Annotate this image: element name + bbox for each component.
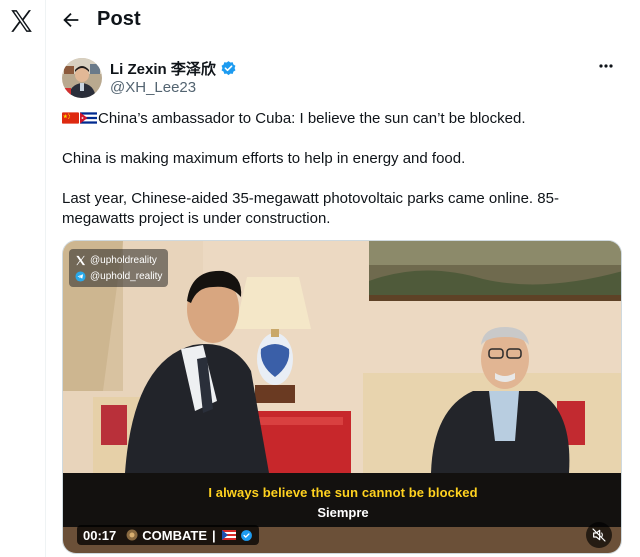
watermark-x-row: @upholdreality [75, 252, 162, 268]
channel-verified-icon [240, 529, 252, 541]
channel-logo-icon [126, 529, 138, 541]
author-name[interactable]: Li Zexin 李泽欣 [110, 58, 216, 79]
subtitle-spanish: Siempre [317, 505, 369, 520]
video-watermark: @upholdreality @uphold_reality [69, 249, 169, 287]
watermark-telegram-handle: @uphold_reality [90, 270, 163, 282]
watermark-telegram-row: @uphold_reality [75, 268, 162, 284]
channel-separator: | [212, 527, 216, 543]
tweet-line-3: Last year, Chinese-aided 35-megawatt pho… [62, 190, 559, 227]
more-icon[interactable] [596, 56, 616, 76]
video-player[interactable]: @upholdreality @uphold_reality I always … [62, 240, 622, 554]
china-flag-icon [62, 112, 79, 124]
channel-name: COMBATE [142, 527, 208, 543]
page-title: Post [97, 8, 141, 30]
video-timestamp: 00:17 [83, 527, 117, 543]
mute-button[interactable] [586, 522, 612, 548]
author-name-row[interactable]: Li Zexin 李泽欣 [110, 58, 237, 78]
tweet-line-1-text: China’s ambassador to Cuba: I believe th… [98, 110, 526, 127]
cuba-flag-icon [80, 112, 97, 124]
mute-icon [592, 528, 606, 542]
x-logo-small-icon [76, 255, 86, 265]
author-handle[interactable]: @XH_Lee23 [110, 79, 196, 96]
telegram-icon [75, 270, 86, 282]
video-timestamp-badge: 00:17 COMBATE | [77, 525, 259, 545]
puerto-rico-flag-icon [221, 530, 236, 540]
tweet-line-2: China is making maximum efforts to help … [62, 150, 466, 167]
watermark-x-handle: @upholdreality [90, 254, 157, 266]
tweet-line-1: China’s ambassador to Cuba: I believe th… [62, 109, 622, 129]
nav-rail [0, 0, 46, 557]
post-header: Post [46, 0, 640, 40]
verified-badge-icon [221, 60, 236, 75]
x-logo-icon[interactable] [8, 8, 34, 34]
channel-label: COMBATE | [126, 528, 252, 543]
subtitle-english: I always believe the sun cannot be block… [208, 485, 478, 500]
avatar[interactable] [62, 58, 102, 98]
back-arrow-icon[interactable] [60, 9, 82, 31]
